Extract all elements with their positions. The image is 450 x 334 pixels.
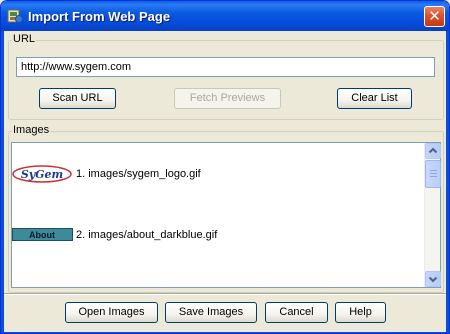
cancel-button[interactable]: Cancel bbox=[265, 302, 328, 323]
grip-line bbox=[430, 170, 437, 171]
url-group-label: URL bbox=[12, 33, 37, 45]
app-icon bbox=[7, 8, 23, 24]
scan-url-button[interactable]: Scan URL bbox=[39, 88, 116, 109]
list-item[interactable]: SyGem 1. images/sygem_logo.gif bbox=[12, 164, 422, 184]
window-border-left bbox=[1, 31, 4, 333]
window-border-right bbox=[446, 31, 449, 333]
images-group-label: Images bbox=[12, 124, 51, 136]
chevron-up-icon bbox=[428, 147, 438, 154]
about-thumbnail-text: About bbox=[29, 230, 55, 240]
grip-line bbox=[430, 176, 437, 177]
title-bar[interactable]: Import From Web Page ✕ bbox=[1, 1, 449, 31]
scroll-down-button[interactable] bbox=[425, 271, 441, 287]
save-images-button[interactable]: Save Images bbox=[165, 302, 257, 323]
grip-line bbox=[430, 173, 437, 174]
open-images-button[interactable]: Open Images bbox=[65, 302, 158, 323]
images-list[interactable]: SyGem 1. images/sygem_logo.gif About 2. … bbox=[11, 142, 441, 288]
scroll-up-button[interactable] bbox=[425, 143, 441, 159]
about-darkblue-thumbnail: About bbox=[12, 228, 73, 241]
list-item[interactable]: About 2. images/about_darkblue.gif bbox=[12, 225, 422, 245]
fetch-previews-button[interactable]: Fetch Previews bbox=[174, 88, 281, 109]
list-item-label: 1. images/sygem_logo.gif bbox=[76, 168, 201, 180]
sygem-logo-text: SyGem bbox=[21, 168, 63, 181]
import-dialog: Import From Web Page ✕ URL http://www.sy… bbox=[0, 0, 450, 334]
footer-separator bbox=[4, 293, 446, 295]
clear-list-button[interactable]: Clear List bbox=[337, 88, 412, 109]
help-button[interactable]: Help bbox=[335, 302, 386, 323]
close-icon: ✕ bbox=[428, 7, 441, 25]
scroll-thumb[interactable] bbox=[425, 160, 441, 188]
window-title: Import From Web Page bbox=[28, 9, 171, 24]
close-button[interactable]: ✕ bbox=[424, 6, 445, 27]
vertical-scrollbar[interactable] bbox=[424, 143, 441, 287]
list-item-label: 2. images/about_darkblue.gif bbox=[76, 229, 218, 241]
sygem-logo-thumbnail: SyGem bbox=[12, 164, 74, 184]
url-input[interactable]: http://www.sygem.com bbox=[16, 57, 435, 77]
chevron-down-icon bbox=[428, 276, 438, 283]
